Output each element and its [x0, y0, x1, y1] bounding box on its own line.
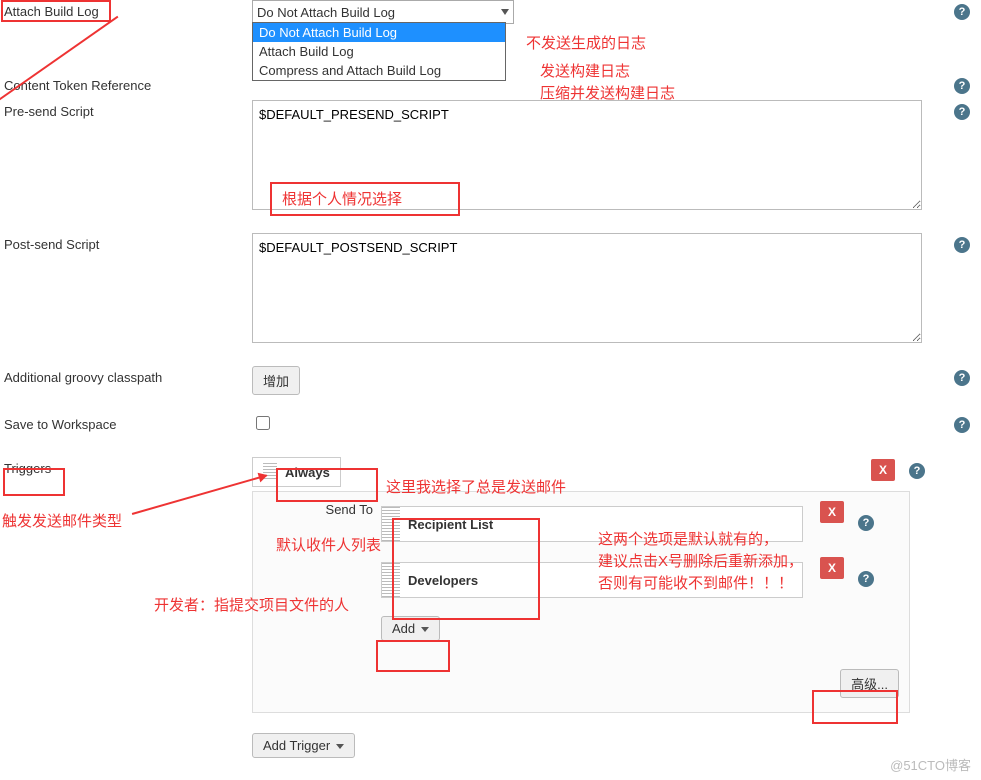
- advanced-button[interactable]: 高级...: [840, 669, 899, 698]
- remove-trigger-button[interactable]: X: [871, 459, 895, 481]
- help-icon[interactable]: ?: [858, 571, 874, 587]
- drag-handle-icon[interactable]: [382, 563, 400, 597]
- help-icon[interactable]: ?: [954, 417, 970, 433]
- trigger-always-label: Always: [285, 465, 330, 480]
- add-recipient-button[interactable]: Add: [381, 616, 440, 641]
- recipient-label: Recipient List: [408, 517, 493, 532]
- dropdown-option[interactable]: Do Not Attach Build Log: [253, 23, 505, 42]
- attach-build-log-label: Attach Build Log: [4, 4, 99, 19]
- remove-recipient-button[interactable]: X: [820, 501, 844, 523]
- annotation-text: 触发发送邮件类型: [2, 510, 122, 531]
- help-icon[interactable]: ?: [858, 515, 874, 531]
- help-icon[interactable]: ?: [954, 78, 970, 94]
- dropdown-option[interactable]: Compress and Attach Build Log: [253, 61, 505, 80]
- annotation-text: 否则有可能收不到邮件！！！: [598, 572, 793, 593]
- drag-handle-icon[interactable]: [382, 507, 400, 541]
- triggers-label: Triggers: [4, 461, 51, 476]
- recipient-label: Developers: [408, 573, 478, 588]
- pre-send-label: Pre-send Script: [4, 104, 94, 119]
- annotation-text: 根据个人情况选择: [282, 188, 402, 209]
- post-send-textarea[interactable]: $DEFAULT_POSTSEND_SCRIPT: [252, 233, 922, 343]
- annotation-text: 这里我选择了总是发送邮件: [386, 476, 566, 497]
- help-icon[interactable]: ?: [909, 463, 925, 479]
- annotation-text: 默认收件人列表: [276, 534, 381, 555]
- help-icon[interactable]: ?: [954, 370, 970, 386]
- save-ws-label: Save to Workspace: [4, 417, 116, 432]
- watermark: @51CTO博客: [890, 755, 971, 774]
- save-ws-checkbox[interactable]: [256, 416, 270, 430]
- help-icon[interactable]: ?: [954, 4, 970, 20]
- attach-build-log-dropdown: Do Not Attach Build Log Attach Build Log…: [252, 22, 506, 81]
- annotation-text: 建议点击X号删除后重新添加，: [598, 550, 803, 571]
- help-icon[interactable]: ?: [954, 104, 970, 120]
- trigger-block: Send To Recipient List X ? Developers X: [252, 491, 910, 713]
- remove-recipient-button[interactable]: X: [820, 557, 844, 579]
- caret-down-icon: [336, 744, 344, 749]
- add-trigger-button[interactable]: Add Trigger: [252, 733, 355, 758]
- send-to-label: Send To: [263, 502, 381, 641]
- annotation-text: 发送构建日志: [540, 60, 630, 81]
- attach-build-log-select[interactable]: Do Not Attach Build Log: [252, 0, 514, 24]
- caret-down-icon: [421, 627, 429, 632]
- help-icon[interactable]: ?: [954, 237, 970, 253]
- annotation-text: 开发者：指提交项目文件的人: [154, 594, 349, 615]
- add-classpath-button[interactable]: 增加: [252, 366, 300, 395]
- dropdown-option[interactable]: Attach Build Log: [253, 42, 505, 61]
- post-send-label: Post-send Script: [4, 237, 99, 252]
- annotation-text: 这两个选项是默认就有的，: [598, 528, 778, 549]
- annotation-text: 压缩并发送构建日志: [540, 82, 675, 103]
- annotation-text: 不发送生成的日志: [526, 32, 646, 53]
- groovy-cp-label: Additional groovy classpath: [4, 370, 162, 385]
